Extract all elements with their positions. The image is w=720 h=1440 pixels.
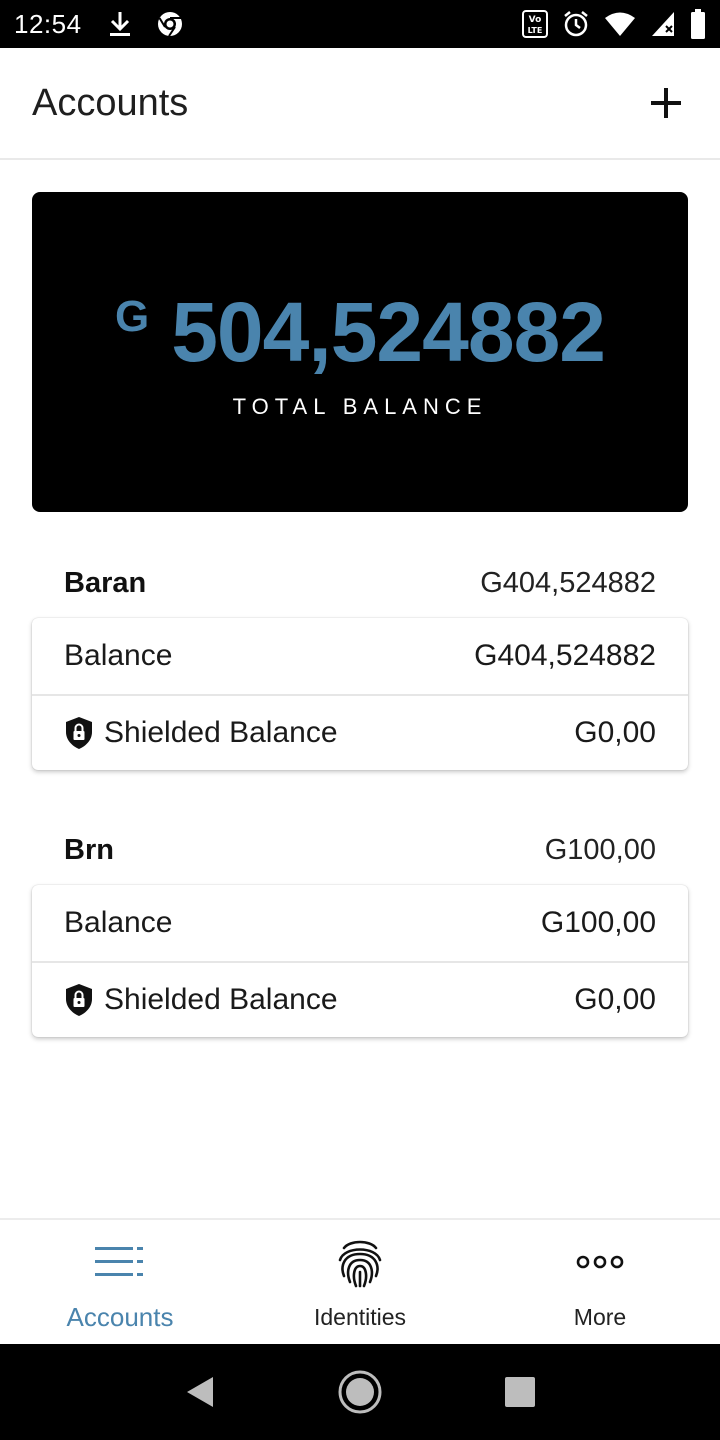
total-amount-row: G 504,524882	[32, 284, 688, 380]
account-card: Balance G404,524882 Shielded Balance G0,…	[32, 618, 688, 770]
account-name: Brn	[64, 833, 114, 866]
balance-row[interactable]: Balance G100,00	[32, 885, 688, 961]
bottom-navigation: Accounts Identities More	[0, 1218, 720, 1344]
more-dots-icon	[576, 1236, 624, 1288]
volte-icon: Vo LTE	[522, 10, 548, 38]
shielded-balance-value: G0,00	[574, 983, 656, 1016]
account-header[interactable]: Brn G100,00	[32, 815, 688, 885]
page-title: Accounts	[32, 81, 189, 124]
nav-item-identities[interactable]: Identities	[240, 1220, 480, 1344]
status-bar: 12:54 Vo LTE	[0, 0, 720, 48]
balance-label: Balance	[64, 906, 173, 939]
total-balance-label: TOTAL BALANCE	[232, 394, 488, 419]
shielded-balance-label: Shielded Balance	[104, 983, 338, 1016]
shield-lock-icon	[64, 716, 94, 750]
account-name: Baran	[64, 566, 147, 599]
shielded-balance-label: Shielded Balance	[104, 716, 338, 749]
back-icon[interactable]	[170, 1362, 230, 1422]
shielded-balance-row[interactable]: Shielded Balance G0,00	[32, 961, 688, 1037]
add-account-button[interactable]	[644, 81, 688, 125]
download-icon	[108, 10, 132, 38]
battery-icon	[690, 9, 706, 39]
balance-label: Balance	[64, 639, 173, 672]
fingerprint-icon	[336, 1236, 384, 1288]
accounts-list-icon	[95, 1236, 145, 1288]
nav-item-accounts[interactable]: Accounts	[0, 1220, 240, 1344]
recents-icon[interactable]	[490, 1362, 550, 1422]
status-right-icons: Vo LTE	[522, 9, 706, 39]
status-time: 12:54	[14, 8, 82, 39]
account-total: G404,524882	[480, 566, 656, 599]
nav-label-more: More	[573, 1304, 627, 1330]
status-left-icons	[108, 10, 184, 38]
wifi-icon	[604, 11, 636, 37]
plus-icon	[651, 88, 681, 118]
account-total: G100,00	[544, 833, 656, 866]
chrome-icon	[156, 10, 184, 38]
balance-value: G100,00	[540, 906, 656, 939]
total-balance-card: G 504,524882 TOTAL BALANCE	[32, 192, 688, 512]
account-card: Balance G100,00 Shielded Balance G0,00	[32, 885, 688, 1037]
system-navigation-bar	[0, 1344, 720, 1440]
account-header[interactable]: Baran G404,524882	[32, 548, 688, 618]
svg-text:LTE: LTE	[528, 26, 543, 35]
shielded-balance-row[interactable]: Shielded Balance G0,00	[32, 694, 688, 770]
balance-value: G404,524882	[474, 639, 656, 672]
app-header: Accounts	[0, 48, 720, 160]
svg-text:Vo: Vo	[529, 15, 542, 25]
nav-label-accounts: Accounts	[66, 1302, 174, 1332]
nav-item-more[interactable]: More	[480, 1220, 720, 1344]
shield-lock-icon	[64, 983, 94, 1017]
account-section: Brn G100,00 Balance G100,00 Shielded Bal…	[32, 815, 688, 1037]
shielded-balance-value: G0,00	[574, 716, 656, 749]
home-icon[interactable]	[330, 1362, 390, 1422]
total-currency-symbol: G	[114, 292, 150, 341]
balance-row[interactable]: Balance G404,524882	[32, 618, 688, 694]
account-section: Baran G404,524882 Balance G404,524882 Sh…	[32, 548, 688, 770]
nav-label-identities: Identities	[313, 1304, 407, 1330]
alarm-icon	[562, 10, 590, 38]
total-balance-amount: 504,524882	[171, 285, 606, 379]
signal-icon	[650, 10, 676, 38]
